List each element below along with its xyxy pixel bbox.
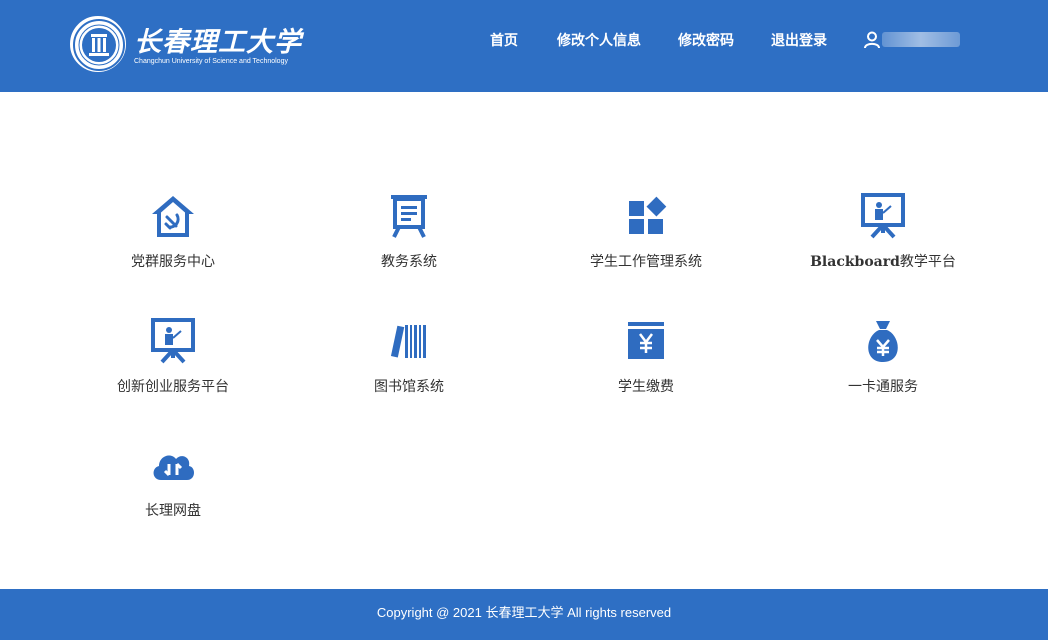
books-icon bbox=[390, 325, 426, 358]
party-house-icon bbox=[152, 196, 194, 237]
app-label: Blackboard教学平台 bbox=[810, 253, 956, 270]
app-student-affairs[interactable]: 学生工作管理系统 bbox=[546, 193, 746, 283]
nav-change-password[interactable]: 修改密码 bbox=[678, 30, 734, 50]
app-cloud-drive[interactable]: 长理网盘 bbox=[73, 442, 273, 532]
nav-edit-profile[interactable]: 修改个人信息 bbox=[557, 30, 641, 50]
user-name-redacted bbox=[882, 32, 960, 47]
app-label: 创新创业服务平台 bbox=[117, 378, 229, 394]
money-bag-icon bbox=[868, 321, 898, 362]
app-label: 长理网盘 bbox=[145, 502, 201, 518]
copyright-text: Copyright @ 2021 长春理工大学 All rights reser… bbox=[376, 605, 672, 620]
app-label: 党群服务中心 bbox=[131, 253, 215, 269]
page-footer: Copyright @ 2021 长春理工大学 All rights reser… bbox=[0, 589, 1048, 640]
teacher-screen-icon bbox=[861, 193, 905, 239]
app-label: 图书馆系统 bbox=[374, 378, 444, 394]
app-innovation-entrepreneurship[interactable]: 创新创业服务平台 bbox=[73, 318, 273, 408]
app-student-payment[interactable]: 学生缴费 bbox=[546, 318, 746, 408]
app-label: 学生缴费 bbox=[618, 378, 674, 394]
app-label: 一卡通服务 bbox=[848, 378, 918, 394]
app-campus-card[interactable]: 一卡通服务 bbox=[783, 318, 983, 408]
nav-logout[interactable]: 退出登录 bbox=[771, 30, 827, 50]
top-header: 长春理工大学 Changchun University of Science a… bbox=[0, 0, 1048, 92]
teacher-screen-icon bbox=[151, 318, 195, 364]
cloud-transfer-icon bbox=[153, 455, 195, 480]
nav-home[interactable]: 首页 bbox=[490, 30, 518, 50]
university-name-cn: 长春理工大学 bbox=[134, 27, 302, 58]
grid-blocks-icon bbox=[629, 196, 667, 234]
app-label: 学生工作管理系统 bbox=[590, 253, 702, 269]
user-icon bbox=[864, 31, 880, 49]
app-label: 教务系统 bbox=[381, 253, 437, 269]
user-menu[interactable] bbox=[864, 30, 964, 50]
yuan-wallet-icon bbox=[628, 322, 664, 359]
app-party-service-center[interactable]: 党群服务中心 bbox=[73, 193, 273, 283]
app-library[interactable]: 图书馆系统 bbox=[309, 318, 509, 408]
university-logo[interactable]: 长春理工大学 Changchun University of Science a… bbox=[70, 16, 310, 74]
app-blackboard[interactable]: Blackboard教学平台 bbox=[783, 193, 983, 283]
app-academic-affairs[interactable]: 教务系统 bbox=[309, 193, 509, 283]
university-seal-icon bbox=[70, 16, 126, 72]
university-name-en: Changchun University of Science and Tech… bbox=[134, 58, 288, 65]
presentation-board-icon bbox=[391, 195, 427, 238]
